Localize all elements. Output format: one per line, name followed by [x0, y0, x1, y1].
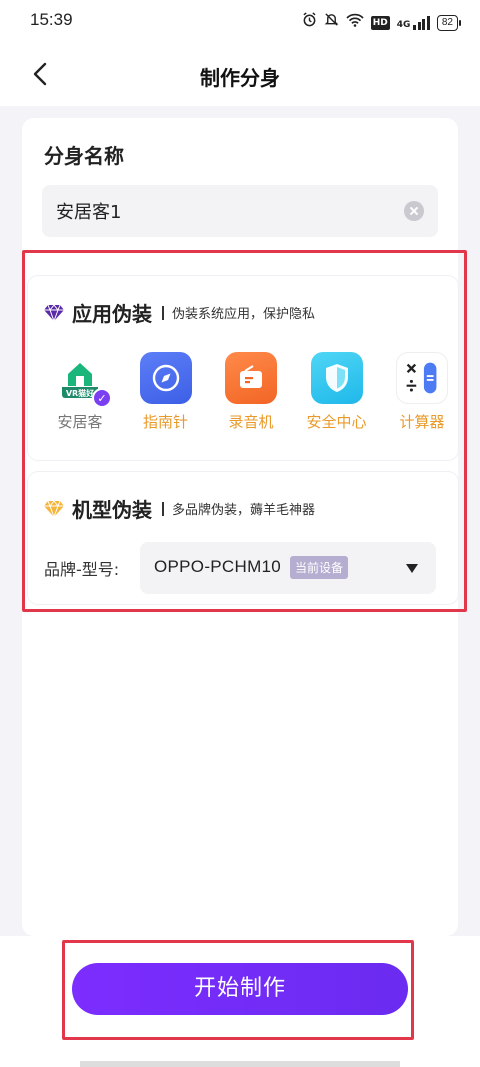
model-disguise-title: 机型伪装 [72, 498, 152, 522]
status-bar: 15:39 HD 4G 82 [0, 0, 480, 44]
app-option-label: 计算器 [399, 413, 445, 431]
house-icon: VR猫好 ✓ [54, 352, 112, 408]
app-option-compass[interactable]: 指南针 [132, 352, 200, 432]
wifi-icon [346, 13, 364, 33]
alarm-icon [302, 12, 317, 33]
current-device-badge: 当前设备 [290, 556, 349, 579]
vr-badge-text: VR猫好 [66, 388, 94, 398]
app-option-label: 安全中心 [306, 413, 367, 431]
clear-input-button[interactable] [404, 201, 424, 221]
divider [162, 501, 164, 516]
status-icons: HD 4G 82 [302, 12, 462, 33]
shield-icon [310, 352, 363, 404]
app-option-label: 安居客 [57, 413, 103, 431]
brand-model-row: 品牌-型号: OPPO-PCHM10 当前设备 [44, 542, 436, 594]
home-indicator [80, 1061, 400, 1067]
model-disguise-card: 机型伪装 多品牌伪装，薅羊毛神器 品牌-型号: OPPO-PCHM10 当前设备 [28, 472, 458, 604]
app-option-label: 录音机 [228, 413, 274, 431]
calculator-icon [396, 352, 448, 404]
status-time: 15:39 [30, 10, 73, 29]
recorder-icon [225, 352, 277, 404]
app-option-recorder[interactable]: 录音机 [217, 352, 285, 432]
battery-indicator: 82 [436, 14, 462, 31]
brand-model-label: 品牌-型号: [44, 560, 120, 579]
app-disguise-title: 应用伪装 [72, 302, 152, 326]
brand-model-select[interactable]: OPPO-PCHM10 当前设备 [140, 542, 436, 594]
clone-name-heading: 分身名称 [44, 144, 124, 168]
app-disguise-subtitle: 伪装系统应用，保护隐私 [172, 307, 316, 322]
brand-model-value: OPPO-PCHM10 [154, 557, 282, 576]
divider [162, 305, 164, 320]
diamond-icon [44, 499, 64, 518]
signal-icon: 4G [396, 15, 430, 30]
app-disguise-header: 应用伪装 伪装系统应用，保护隐私 [44, 298, 315, 327]
compass-icon [139, 352, 192, 404]
nav-bar: 制作分身 [0, 44, 480, 106]
clone-name-input[interactable] [56, 185, 386, 237]
model-disguise-header: 机型伪装 多品牌伪装，薅羊毛神器 [44, 494, 315, 523]
hd-badge: HD [370, 15, 390, 30]
app-option-label: 指南针 [142, 413, 188, 431]
page-title: 制作分身 [200, 66, 280, 90]
network-type: 4G [396, 19, 411, 30]
clone-name-field [42, 185, 438, 237]
model-disguise-subtitle: 多品牌伪装，薅羊毛神器 [172, 503, 316, 518]
mute-bell-icon [324, 12, 339, 33]
diamond-icon [44, 303, 64, 322]
dropdown-arrow-icon [406, 564, 418, 573]
app-option-anjuke[interactable]: VR猫好 ✓ 安居客 [46, 352, 114, 432]
app-option-calculator[interactable]: 计算器 [388, 352, 456, 432]
app-option-security-center[interactable]: 安全中心 [303, 352, 371, 432]
start-create-button[interactable]: 开始制作 [72, 963, 408, 1015]
app-disguise-card: 应用伪装 伪装系统应用，保护隐私 VR猫好 ✓ 安居客 指南针 录音机 安全中心… [28, 276, 458, 460]
app-options-row: VR猫好 ✓ 安居客 指南针 录音机 安全中心 计算器 [46, 352, 456, 432]
selected-check-icon: ✓ [92, 388, 112, 408]
